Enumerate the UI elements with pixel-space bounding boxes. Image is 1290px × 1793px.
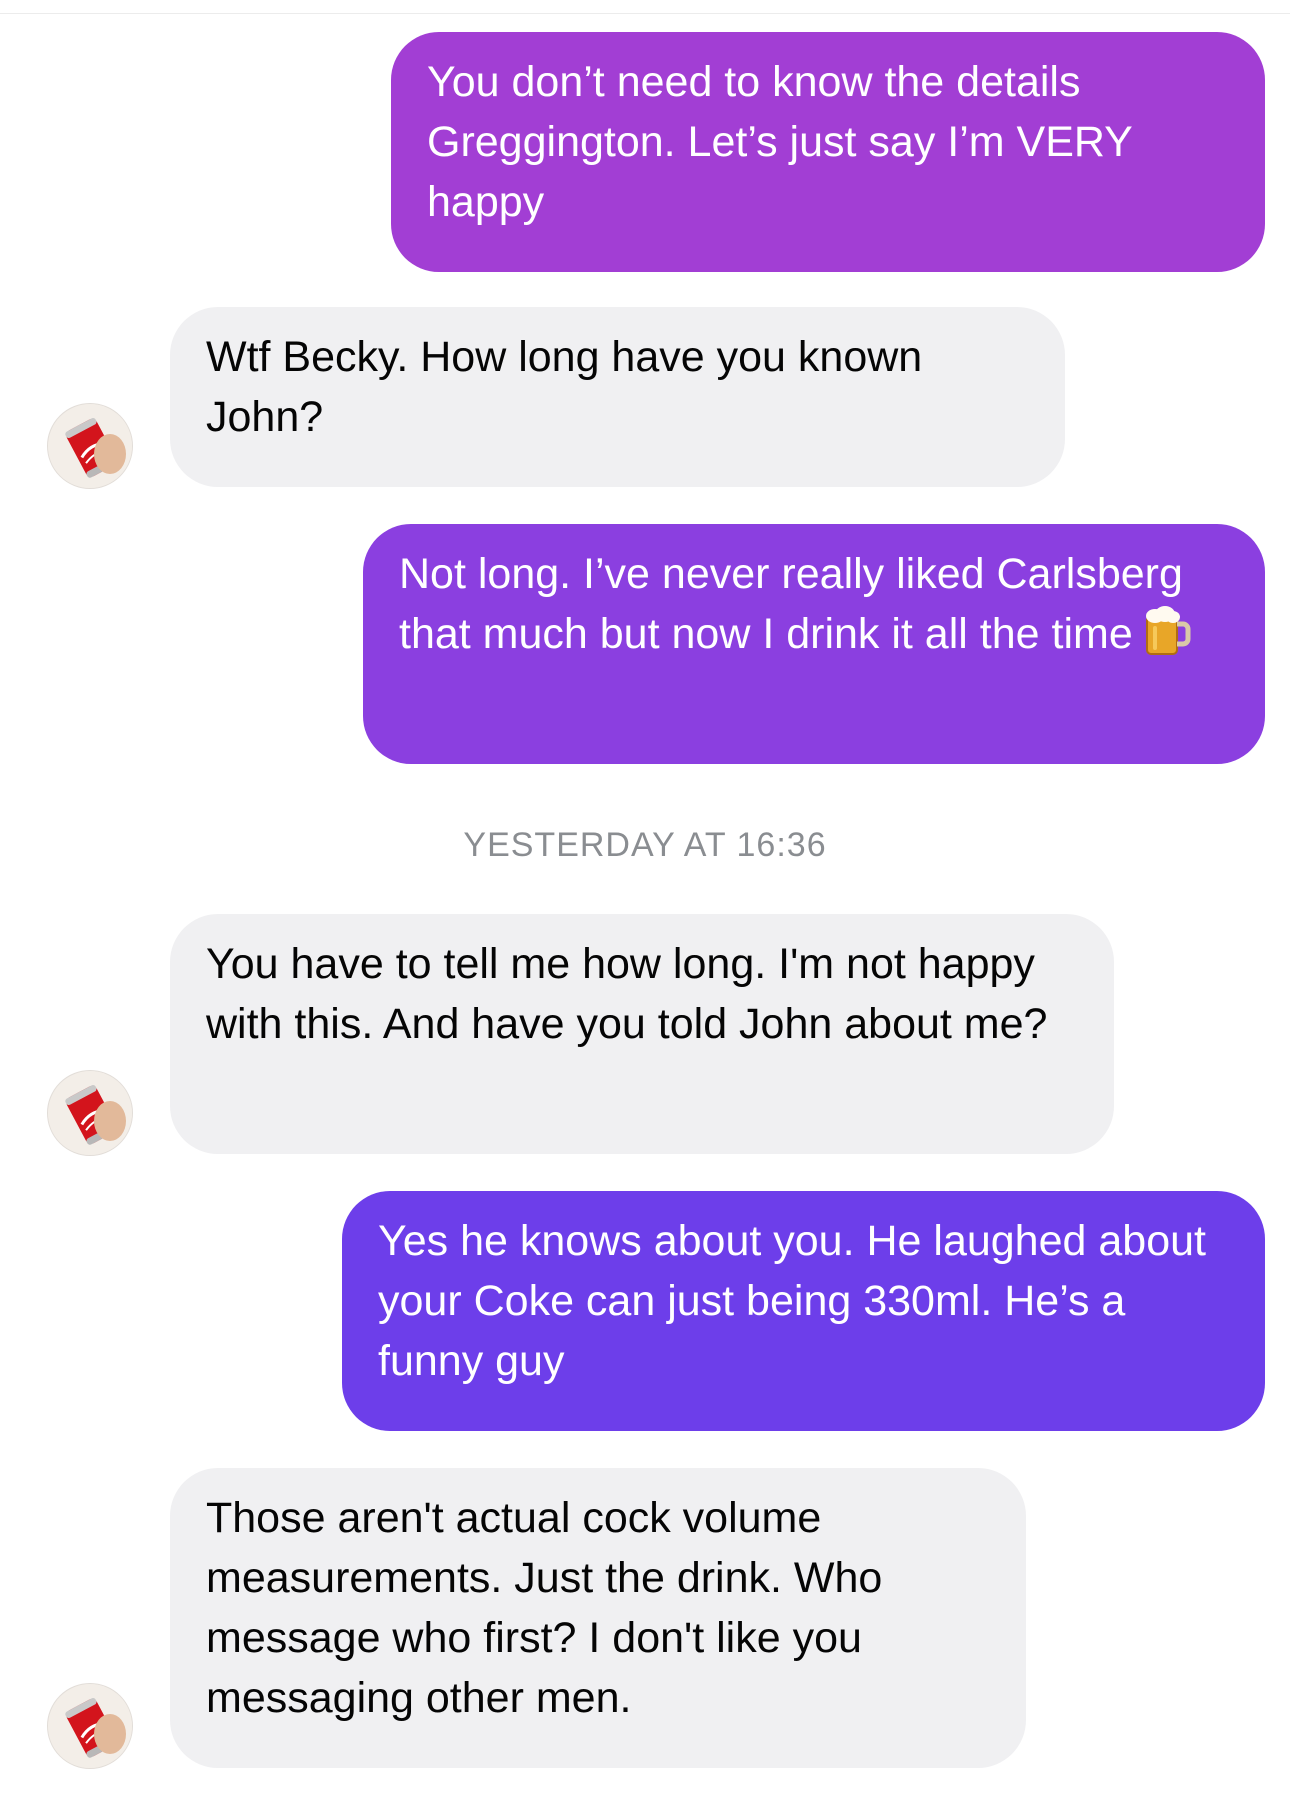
message-text: Wtf Becky. How long have you known John?	[206, 333, 923, 441]
message-text: You don’t need to know the details Gregg…	[427, 58, 1133, 226]
beer-mug-icon	[1145, 606, 1191, 655]
contact-avatar[interactable]	[47, 1070, 133, 1156]
outgoing-message[interactable]: Not long. I’ve never really liked Carlsb…	[363, 524, 1265, 764]
incoming-message[interactable]: You have to tell me how long. I'm not ha…	[170, 914, 1114, 1154]
outgoing-message[interactable]: You don’t need to know the details Gregg…	[391, 32, 1265, 272]
contact-avatar[interactable]	[47, 403, 133, 489]
message-text: Those aren't actual cock volume measurem…	[206, 1494, 883, 1722]
incoming-message[interactable]: Wtf Becky. How long have you known John?	[170, 307, 1065, 487]
top-divider	[0, 0, 1290, 14]
incoming-message[interactable]: Those aren't actual cock volume measurem…	[170, 1468, 1026, 1768]
message-text: Not long. I’ve never really liked Carlsb…	[399, 550, 1183, 658]
coke-can-avatar-icon	[48, 1071, 132, 1155]
contact-avatar[interactable]	[47, 1683, 133, 1769]
timestamp: YESTERDAY AT 16:36	[463, 826, 827, 864]
coke-can-avatar-icon	[48, 1684, 132, 1768]
coke-can-avatar-icon	[48, 404, 132, 488]
message-text: You have to tell me how long. I'm not ha…	[206, 940, 1048, 1048]
outgoing-message[interactable]: Yes he knows about you. He laughed about…	[342, 1191, 1265, 1431]
message-text: Yes he knows about you. He laughed about…	[378, 1217, 1206, 1385]
